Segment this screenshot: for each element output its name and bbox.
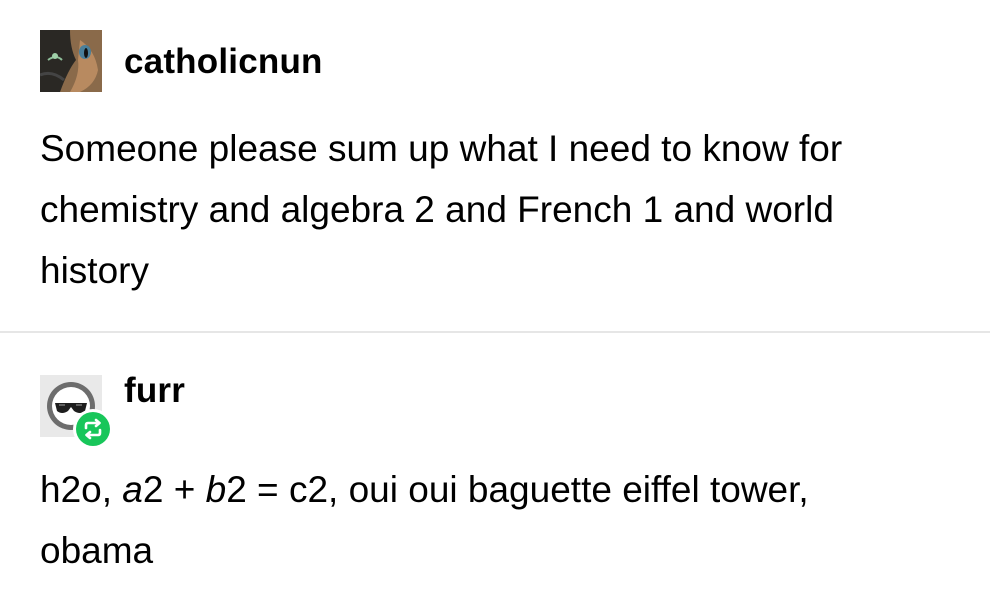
- avatar[interactable]: [40, 375, 113, 449]
- text-segment: h2o,: [40, 469, 123, 510]
- text-segment: a: [122, 469, 143, 510]
- post-body: Someone please sum up what I need to kno…: [40, 118, 960, 301]
- post-body: h2o, a2 + b2 = c2, oui oui baguette eiff…: [40, 459, 960, 581]
- post-line: h2o, a2 + b2 = c2, oui oui baguette eiff…: [40, 459, 960, 520]
- post-line: history: [40, 250, 149, 291]
- post-line: chemistry and algebra 2 and French 1 and…: [40, 189, 834, 230]
- post-header: furr: [40, 373, 185, 449]
- text-segment: 2 +: [142, 469, 206, 510]
- text-segment: 2 = c2, oui oui baguette eiffel tower,: [226, 469, 809, 510]
- text-segment: b: [205, 469, 227, 510]
- reblog-icon: [76, 412, 110, 446]
- reblog-badge: [73, 409, 113, 449]
- post-header: catholicnun: [40, 30, 323, 92]
- username[interactable]: furr: [124, 373, 185, 408]
- post-line: Someone please sum up what I need to kno…: [40, 128, 843, 169]
- username[interactable]: catholicnun: [124, 44, 323, 79]
- cat-avatar-icon: [40, 30, 102, 92]
- post-line: obama: [40, 530, 154, 571]
- post-reblog: furr h2o, a2 + b2 = c2, oui oui baguette…: [0, 331, 990, 603]
- post-original: catholicnun Someone please sum up what I…: [0, 0, 990, 331]
- avatar[interactable]: [40, 30, 102, 92]
